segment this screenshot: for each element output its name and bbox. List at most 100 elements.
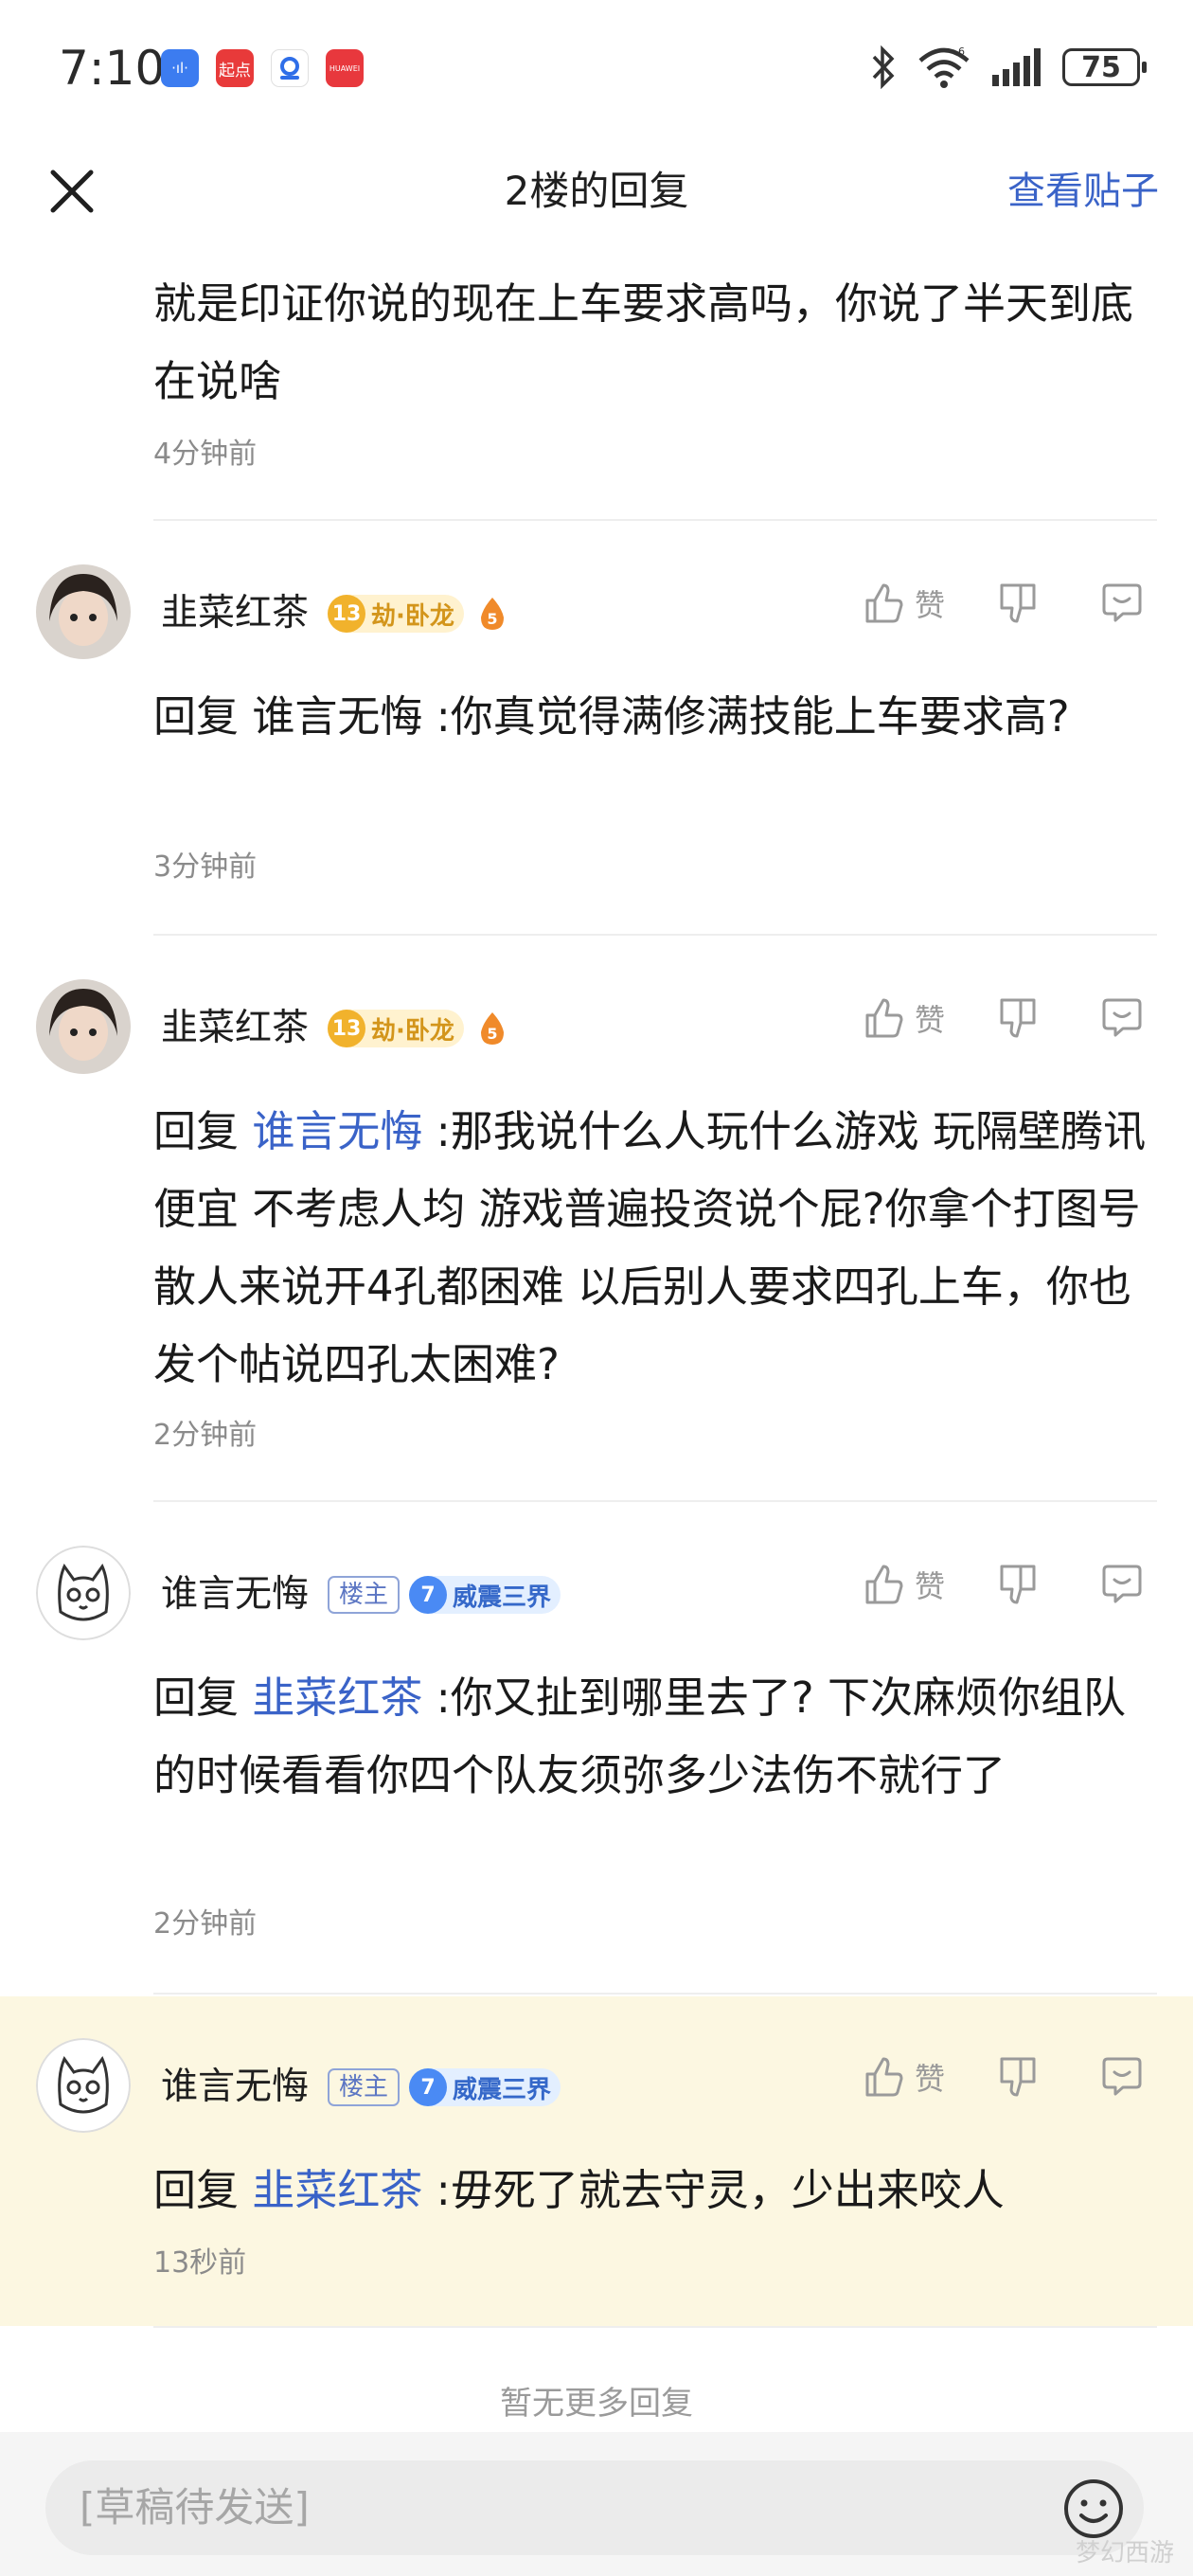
reply-button[interactable] bbox=[1098, 1561, 1146, 1608]
mention-link[interactable]: 韭菜红茶 bbox=[252, 2165, 422, 2215]
status-indicators: 6 75 bbox=[869, 45, 1147, 89]
comment-actions: 赞 bbox=[860, 2053, 1146, 2101]
svg-text:5: 5 bbox=[487, 1025, 497, 1043]
like-button[interactable]: 赞 bbox=[860, 580, 945, 627]
user-badges: 楼主 7 威震三界 bbox=[328, 1574, 561, 1616]
like-button[interactable]: 赞 bbox=[860, 2053, 945, 2101]
mention-link[interactable]: 谁言无悔 bbox=[252, 691, 422, 742]
comment-text: 回复 谁言无悔 :你真觉得满修满技能上车要求高? bbox=[153, 691, 1070, 742]
emoji-icon[interactable] bbox=[1062, 2478, 1125, 2540]
view-post-link[interactable]: 查看贴子 bbox=[1007, 161, 1159, 222]
username[interactable]: 韭菜红茶 bbox=[161, 1004, 309, 1053]
input-placeholder: [草稿待发送] bbox=[80, 2484, 310, 2531]
reply-button[interactable] bbox=[1098, 994, 1146, 1042]
level-badge: 7 威震三界 bbox=[409, 2068, 561, 2106]
status-app-icons: ·ıl· 起点 HUAWEI bbox=[161, 49, 364, 87]
wifi-icon: 6 bbox=[918, 45, 970, 88]
flame-badge-icon: 5 bbox=[480, 598, 504, 630]
comment-time: 4分钟前 bbox=[153, 438, 258, 471]
dislike-button[interactable] bbox=[994, 994, 1042, 1042]
thumbs-up-icon bbox=[865, 998, 903, 1038]
user-badges: 13 劫·卧龙 5 bbox=[328, 593, 511, 635]
thumbs-down-icon bbox=[1000, 1565, 1036, 1604]
no-more-replies: 暂无更多回复 bbox=[500, 2385, 693, 2423]
svg-text:5: 5 bbox=[487, 610, 497, 628]
avatar[interactable] bbox=[36, 564, 131, 659]
divider bbox=[153, 934, 1157, 936]
mention-link[interactable]: 韭菜红茶 bbox=[252, 1673, 422, 1723]
username[interactable]: 韭菜红茶 bbox=[161, 589, 309, 638]
thumbs-up-icon bbox=[865, 2057, 903, 2097]
thumbs-up-icon bbox=[865, 1565, 903, 1604]
thumbs-down-icon bbox=[1000, 998, 1036, 1038]
level-number: 7 bbox=[409, 1576, 448, 1614]
dislike-button[interactable] bbox=[994, 2053, 1042, 2101]
like-label: 赞 bbox=[914, 587, 945, 623]
watermark: 梦幻西游 bbox=[1075, 2539, 1174, 2567]
comment-text: 就是印证你说的现在上车要求高吗，你说了半天到底在说啥 bbox=[153, 278, 1134, 406]
comment-header: 韭菜红茶 13 劫·卧龙 5 赞 bbox=[0, 979, 1193, 1083]
user-badges: 楼主 7 威震三界 bbox=[328, 2066, 561, 2108]
avatar[interactable] bbox=[36, 2038, 131, 2133]
divider bbox=[153, 1500, 1157, 1502]
flame-badge-icon: 5 bbox=[480, 1012, 504, 1045]
dislike-button[interactable] bbox=[994, 580, 1042, 627]
user-badges: 13 劫·卧龙 5 bbox=[328, 1008, 511, 1049]
qidian-app-icon: 起点 bbox=[216, 49, 254, 87]
thumbs-down-icon bbox=[1000, 2057, 1036, 2097]
status-bar: 7:10 ·ıl· 起点 HUAWEI 6 75 bbox=[0, 0, 1193, 133]
like-button[interactable]: 赞 bbox=[860, 994, 945, 1042]
huawei-app-icon: HUAWEI bbox=[326, 49, 364, 87]
level-badge: 7 威震三界 bbox=[409, 1576, 561, 1614]
comment-header: 谁言无悔 楼主 7 威震三界 赞 bbox=[0, 1546, 1193, 1650]
like-label: 赞 bbox=[914, 1002, 945, 1038]
reply-input-bar: [草稿待发送] bbox=[0, 2432, 1193, 2576]
level-badge: 13 劫·卧龙 bbox=[328, 1010, 464, 1047]
divider bbox=[153, 2326, 1157, 2328]
owner-tag: 楼主 bbox=[328, 1576, 401, 1614]
owner-tag: 楼主 bbox=[328, 2068, 401, 2106]
username[interactable]: 谁言无悔 bbox=[161, 2063, 309, 2112]
level-number: 7 bbox=[409, 2068, 448, 2106]
comment-icon bbox=[1102, 583, 1142, 622]
signal-icon bbox=[992, 48, 1041, 86]
comment-text: 回复 韭菜红茶 :毋死了就去守灵，少出来咬人 bbox=[153, 2165, 1005, 2215]
comment-actions: 赞 bbox=[860, 994, 1146, 1042]
thumbs-down-icon bbox=[1000, 583, 1036, 623]
level-number: 13 bbox=[328, 595, 365, 633]
reply-button[interactable] bbox=[1098, 2053, 1146, 2101]
reply-input[interactable]: [草稿待发送] bbox=[45, 2460, 1144, 2555]
like-label: 赞 bbox=[914, 2061, 945, 2097]
comment-time: 2分钟前 bbox=[153, 1907, 258, 1941]
divider bbox=[153, 1993, 1157, 1995]
status-time: 7:10 bbox=[59, 41, 166, 96]
avatar[interactable] bbox=[36, 979, 131, 1074]
level-title: 劫·卧龙 bbox=[371, 1016, 454, 1046]
level-badge: 13 劫·卧龙 bbox=[328, 595, 464, 633]
comment-icon bbox=[1102, 2057, 1142, 2096]
header-bar: 2楼的回复 查看贴子 bbox=[0, 133, 1193, 250]
svg-text:6: 6 bbox=[958, 45, 965, 58]
avatar[interactable] bbox=[36, 1546, 131, 1640]
comment-text: 回复 韭菜红茶 :你又扯到哪里去了? 下次麻烦你组队的时候看看你四个队友须弥多少… bbox=[153, 1673, 1126, 1800]
comment-time: 13秒前 bbox=[153, 2246, 247, 2280]
level-title: 威震三界 bbox=[453, 2075, 552, 2104]
comment-time: 3分钟前 bbox=[153, 850, 258, 884]
comment-icon bbox=[1102, 1565, 1142, 1603]
dislike-button[interactable] bbox=[994, 1561, 1042, 1608]
mention-link[interactable]: 谁言无悔 bbox=[252, 1106, 422, 1156]
level-title: 威震三界 bbox=[453, 1583, 552, 1612]
comment-actions: 赞 bbox=[860, 1561, 1146, 1608]
username[interactable]: 谁言无悔 bbox=[161, 1570, 309, 1619]
comment-icon bbox=[1102, 998, 1142, 1037]
tencent-app-icon bbox=[271, 49, 309, 87]
comment-header: 韭菜红茶 13 劫·卧龙 5 赞 bbox=[0, 564, 1193, 669]
like-label: 赞 bbox=[914, 1568, 945, 1604]
divider bbox=[153, 519, 1157, 521]
comment-time: 2分钟前 bbox=[153, 1419, 258, 1452]
thumbs-up-icon bbox=[865, 583, 903, 623]
bluetooth-icon bbox=[872, 45, 895, 89]
battery-indicator: 75 bbox=[1062, 48, 1147, 86]
reply-button[interactable] bbox=[1098, 580, 1146, 627]
like-button[interactable]: 赞 bbox=[860, 1561, 945, 1608]
